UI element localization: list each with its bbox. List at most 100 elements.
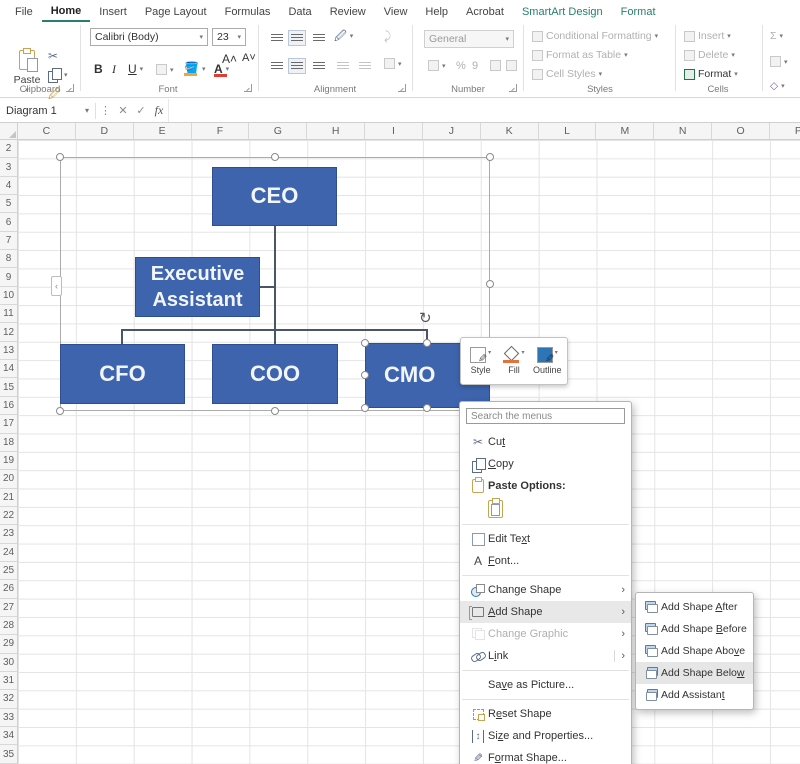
column-header-d[interactable]: D [76,123,134,139]
tab-review[interactable]: Review [321,2,375,21]
selection-handle[interactable] [56,407,64,415]
middle-align-button[interactable] [288,30,306,46]
insert-function-icon[interactable]: fx [150,103,168,118]
rotate-handle-icon[interactable]: ↻ [419,309,432,327]
row-header-24[interactable]: 24 [0,544,17,562]
row-header-4[interactable]: 4 [0,177,17,195]
fill-color-button[interactable]: 🪣 ▾ [184,62,205,75]
tab-help[interactable]: Help [416,2,457,21]
column-header-n[interactable]: N [654,123,712,139]
tab-home[interactable]: Home [42,1,91,22]
borders-button[interactable]: ▾ [156,64,174,75]
menu-item-add-shape[interactable]: Add Shape› [460,601,631,623]
menu-item-reset-shape[interactable]: Reset Shape [460,703,631,725]
autosum-button[interactable]: Σ▾ [770,30,783,42]
menu-item-paste-options[interactable]: Paste Options: [460,475,631,497]
row-header-11[interactable]: 11 [0,305,17,323]
increase-decimal-button[interactable] [490,60,501,71]
menu-item-save-as-picture[interactable]: Save as Picture... [460,674,631,696]
cell-styles-button[interactable]: Cell Styles▾ [532,68,602,80]
tab-smartart-design[interactable]: SmartArt Design [513,2,612,21]
selection-handle[interactable] [423,404,431,412]
selection-handle[interactable] [486,280,494,288]
row-header-15[interactable]: 15 [0,378,17,396]
cancel-icon[interactable]: ✕ [114,104,132,117]
name-box[interactable]: Diagram 1 ▾ [0,99,95,122]
row-header-31[interactable]: 31 [0,672,17,690]
row-header-35[interactable]: 35 [0,745,17,763]
row-header-32[interactable]: 32 [0,690,17,708]
column-header-f[interactable]: F [192,123,250,139]
conditional-formatting-button[interactable]: Conditional Formatting▾ [532,30,658,42]
center-button[interactable] [288,58,306,74]
selection-handle[interactable] [56,153,64,161]
wrap-text-button[interactable]: ⤸ [384,30,391,42]
row-header-12[interactable]: 12 [0,323,17,341]
selection-handle[interactable] [361,339,369,347]
row-header-20[interactable]: 20 [0,470,17,488]
tab-formulas[interactable]: Formulas [216,2,280,21]
selection-handle[interactable] [423,339,431,347]
enter-icon[interactable]: ✓ [132,104,150,117]
menu-item-size-and-properties[interactable]: Size and Properties... [460,725,631,747]
comma-style-button[interactable]: 9 [472,60,478,72]
font-dialog-launcher[interactable] [244,84,252,92]
row-header-34[interactable]: 34 [0,727,17,745]
accounting-format-button[interactable]: ▾ [428,60,446,71]
row-header-16[interactable]: 16 [0,397,17,415]
tab-acrobat[interactable]: Acrobat [457,2,513,21]
top-align-button[interactable] [268,30,286,46]
column-header-j[interactable]: J [423,123,481,139]
fill-button[interactable]: ▾ Fill [497,347,530,375]
row-header-29[interactable]: 29 [0,635,17,653]
submenu-item-add-shape-before[interactable]: Add Shape Before [636,618,753,640]
fill-button[interactable]: ▾ [770,56,788,67]
menu-item-cut[interactable]: Cut [460,431,631,453]
tab-insert[interactable]: Insert [90,2,136,21]
selection-handle[interactable] [271,407,279,415]
insert-button[interactable]: Insert▾ [684,30,731,42]
column-header-e[interactable]: E [134,123,192,139]
row-header-21[interactable]: 21 [0,489,17,507]
row-header-25[interactable]: 25 [0,562,17,580]
row-header-8[interactable]: 8 [0,250,17,268]
column-header-l[interactable]: L [539,123,597,139]
row-header-27[interactable]: 27 [0,599,17,617]
font-size-combo[interactable]: 23 ▾ [212,28,246,46]
bold-button[interactable]: B [94,62,103,76]
row-header-17[interactable]: 17 [0,415,17,433]
row-header-3[interactable]: 3 [0,158,17,176]
column-header-g[interactable]: G [249,123,307,139]
column-header-m[interactable]: M [596,123,654,139]
row-header-19[interactable]: 19 [0,452,17,470]
tab-data[interactable]: Data [279,2,320,21]
row-header-22[interactable]: 22 [0,507,17,525]
menu-item-copy[interactable]: Copy [460,453,631,475]
font-color-button[interactable]: A ▾ [214,62,229,76]
row-header-23[interactable]: 23 [0,525,17,543]
tab-format[interactable]: Format [612,2,665,21]
row-header-28[interactable]: 28 [0,617,17,635]
row-header-33[interactable]: 33 [0,709,17,727]
menu-item-font[interactable]: Font... [460,550,631,572]
copy-button[interactable]: ▾ [48,68,68,81]
column-header-h[interactable]: H [307,123,365,139]
font-name-combo[interactable]: Calibri (Body) ▾ [90,28,208,46]
column-header-p[interactable]: P [770,123,800,139]
smartart-node-ceo[interactable]: CEO [212,167,337,226]
format-as-table-button[interactable]: Format as Table▾ [532,49,628,61]
selection-handle[interactable] [361,404,369,412]
delete-button[interactable]: Delete▾ [684,49,735,61]
select-all-corner[interactable] [0,123,18,140]
row-header-6[interactable]: 6 [0,213,17,231]
selection-handle[interactable] [271,153,279,161]
cut-button[interactable]: ✂ [48,50,58,62]
tab-page-layout[interactable]: Page Layout [136,2,216,21]
row-header-7[interactable]: 7 [0,232,17,250]
menu-item-edit-text[interactable]: Edit Text [460,528,631,550]
percent-style-button[interactable]: % [456,60,466,72]
underline-button[interactable]: U▾ [128,62,143,76]
row-header-2[interactable]: 2 [0,140,17,158]
merge-center-button[interactable]: ▾ [384,58,402,69]
column-header-c[interactable]: C [18,123,76,139]
